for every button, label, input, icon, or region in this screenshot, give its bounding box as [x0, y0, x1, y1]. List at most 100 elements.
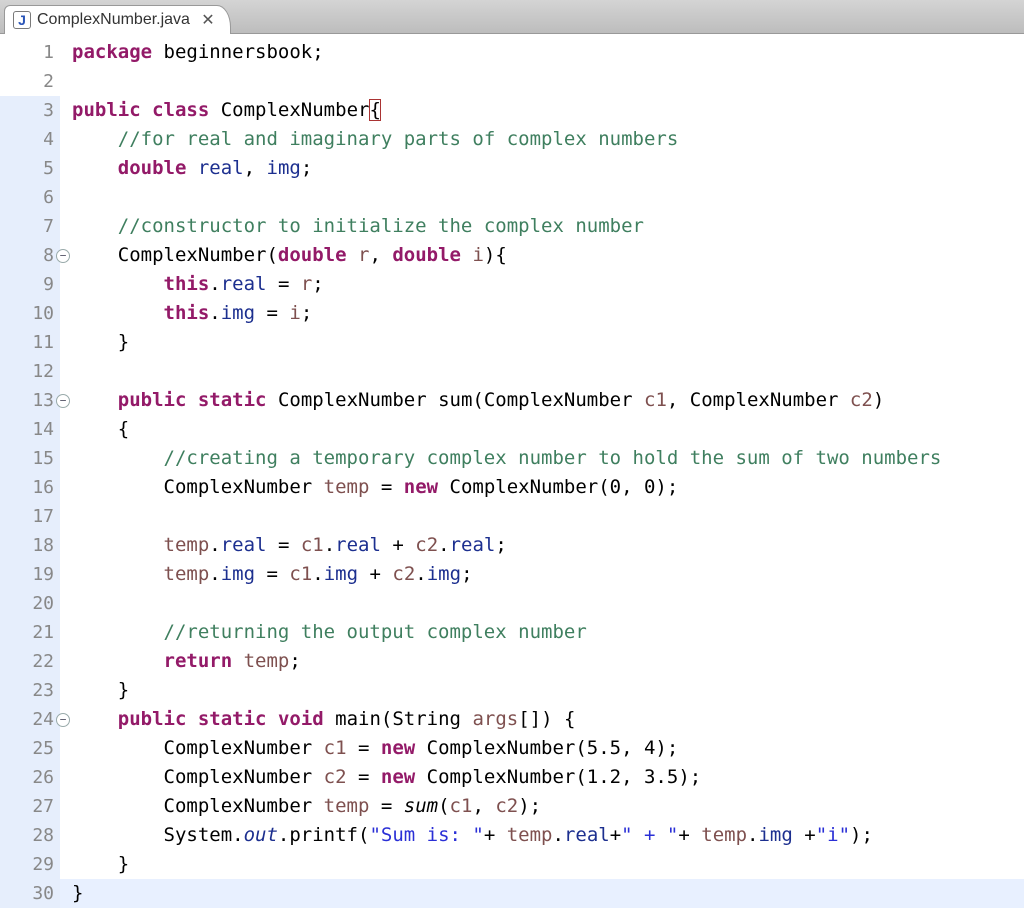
code-line[interactable]: System.out.printf("Sum is: "+ temp.real+…: [60, 821, 1024, 850]
fld-token: img: [221, 563, 255, 585]
text-token: ;: [461, 563, 472, 585]
code-line[interactable]: //for real and imaginary parts of comple…: [60, 125, 1024, 154]
code-line[interactable]: }: [60, 879, 1024, 908]
text-token: .: [209, 534, 220, 556]
text-token: .printf(: [278, 824, 370, 846]
code-line[interactable]: public static ComplexNumber sum(ComplexN…: [60, 386, 1024, 415]
text-token: [186, 157, 197, 179]
line-number: 29: [0, 850, 60, 879]
line-number: 24−: [0, 705, 60, 734]
text-token: =: [255, 563, 289, 585]
text-token: );: [850, 824, 873, 846]
code-line[interactable]: return temp;: [60, 647, 1024, 676]
kw-token: new: [404, 476, 438, 498]
line-number: 16: [0, 473, 60, 502]
code-line[interactable]: package beginnersbook;: [60, 38, 1024, 67]
code-line[interactable]: public class ComplexNumber{: [60, 96, 1024, 125]
text-token: ,: [472, 795, 495, 817]
text-token: [72, 157, 118, 179]
code-line[interactable]: this.img = i;: [60, 299, 1024, 328]
text-token: ;: [301, 157, 312, 179]
text-token: ComplexNumber(0, 0);: [438, 476, 678, 498]
editor-tab[interactable]: J ComplexNumber.java ✕: [4, 5, 231, 34]
code-line[interactable]: //returning the output complex number: [60, 618, 1024, 647]
text-token: [186, 389, 197, 411]
text-token: [461, 244, 472, 266]
code-line[interactable]: [60, 589, 1024, 618]
kw-token: return: [164, 650, 233, 672]
kw-token: package: [72, 41, 152, 63]
code-line[interactable]: ComplexNumber(double r, double i){: [60, 241, 1024, 270]
code-line[interactable]: temp.img = c1.img + c2.img;: [60, 560, 1024, 589]
fld-token: real: [564, 824, 610, 846]
code-line[interactable]: }: [60, 328, 1024, 357]
code-line[interactable]: ComplexNumber temp = new ComplexNumber(0…: [60, 473, 1024, 502]
code-line[interactable]: ComplexNumber temp = sum(c1, c2);: [60, 792, 1024, 821]
id-token: temp: [324, 795, 370, 817]
text-token: [72, 563, 164, 585]
code-line[interactable]: temp.real = c1.real + c2.real;: [60, 531, 1024, 560]
fld-token: img: [758, 824, 792, 846]
code-line[interactable]: this.real = r;: [60, 270, 1024, 299]
line-number: 10: [0, 299, 60, 328]
text-token: =: [255, 302, 289, 324]
text-token: +: [358, 563, 392, 585]
text-token: [72, 621, 164, 643]
line-number: 8−: [0, 241, 60, 270]
text-token: +: [793, 824, 816, 846]
text-token: }: [72, 853, 129, 875]
close-icon[interactable]: ✕: [200, 12, 216, 28]
code-line[interactable]: }: [60, 850, 1024, 879]
text-token: .: [209, 273, 220, 295]
kw-token: static: [198, 708, 267, 730]
text-token: [72, 128, 118, 150]
code-line[interactable]: //creating a temporary complex number to…: [60, 444, 1024, 473]
tab-bar: J ComplexNumber.java ✕: [0, 0, 1024, 34]
code-line[interactable]: //constructor to initialize the complex …: [60, 212, 1024, 241]
code-line[interactable]: public static void main(String args[]) {: [60, 705, 1024, 734]
code-line[interactable]: ComplexNumber c2 = new ComplexNumber(1.2…: [60, 763, 1024, 792]
code-line[interactable]: [60, 67, 1024, 96]
text-token: +: [678, 824, 701, 846]
id-token: temp: [324, 476, 370, 498]
line-number: 27: [0, 792, 60, 821]
cm-token: //returning the output complex number: [164, 621, 587, 643]
text-token: []) {: [518, 708, 575, 730]
text-token: (: [438, 795, 449, 817]
text-token: {: [72, 418, 129, 440]
kw-token: double: [392, 244, 461, 266]
text-token: }: [72, 882, 83, 904]
id-token: c1: [289, 563, 312, 585]
id-token: args: [472, 708, 518, 730]
italic-token: sum: [404, 795, 438, 817]
id-token: temp: [507, 824, 553, 846]
text-token: ){: [484, 244, 507, 266]
id-token: c2: [324, 766, 347, 788]
text-token: ,: [369, 244, 392, 266]
code-line[interactable]: {: [60, 415, 1024, 444]
code-line[interactable]: [60, 502, 1024, 531]
text-token: main(String: [324, 708, 473, 730]
str-token: "i": [816, 824, 850, 846]
id-token: r: [358, 244, 369, 266]
code-line[interactable]: double real, img;: [60, 154, 1024, 183]
code-area[interactable]: package beginnersbook; public class Compl…: [60, 34, 1024, 910]
text-token: [72, 302, 164, 324]
id-token: i: [472, 244, 483, 266]
kw-token: public: [72, 99, 141, 121]
kw-token: this: [164, 302, 210, 324]
code-line[interactable]: [60, 357, 1024, 386]
line-number: 19: [0, 560, 60, 589]
text-token: .: [552, 824, 563, 846]
code-line[interactable]: [60, 183, 1024, 212]
code-line[interactable]: }: [60, 676, 1024, 705]
line-number: 30: [0, 879, 60, 908]
code-editor[interactable]: 12345678−910111213−141516171819202122232…: [0, 34, 1024, 910]
code-line[interactable]: ComplexNumber c1 = new ComplexNumber(5.5…: [60, 734, 1024, 763]
text-token: =: [347, 737, 381, 759]
fld-token: img: [324, 563, 358, 585]
line-number: 18: [0, 531, 60, 560]
kw-token: static: [198, 389, 267, 411]
text-token: +: [381, 534, 415, 556]
text-token: =: [369, 476, 403, 498]
